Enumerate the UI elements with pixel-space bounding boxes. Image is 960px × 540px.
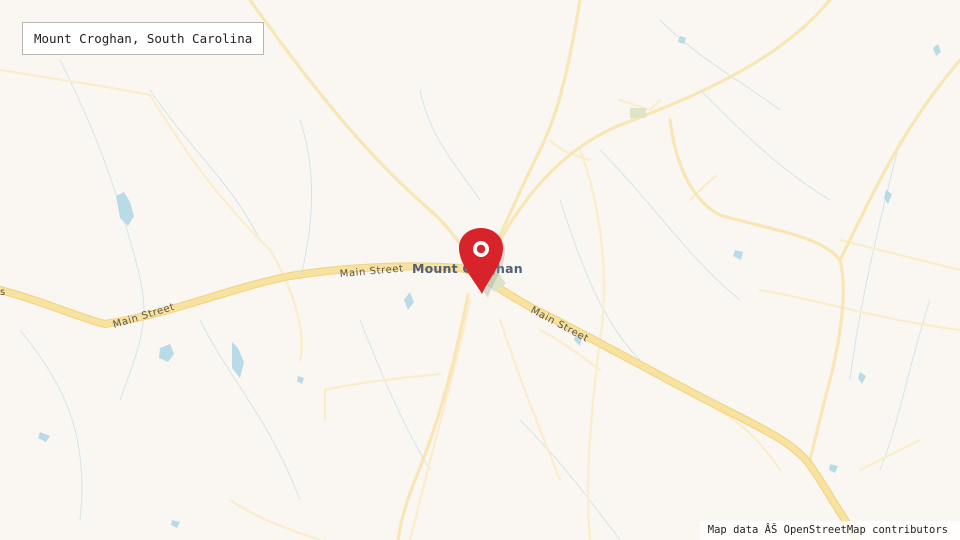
map-canvas[interactable]: Main Street Main Street Main Street s Mo… [0, 0, 960, 540]
map-attribution: Map data ÂŠ OpenStreetMap contributors [699, 521, 960, 540]
road-label-edge: s [0, 287, 6, 298]
location-title: Mount Croghan, South Carolina [22, 22, 265, 55]
